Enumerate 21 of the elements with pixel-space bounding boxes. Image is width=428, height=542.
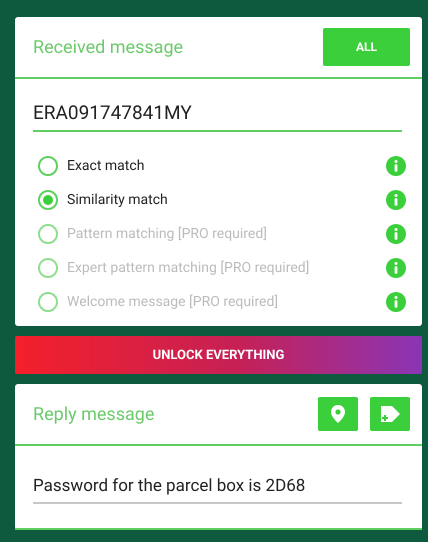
add-tag-button[interactable] [370, 397, 410, 431]
info-icon[interactable] [386, 190, 406, 210]
tag-plus-icon [379, 404, 401, 424]
info-icon[interactable] [386, 292, 406, 312]
radio-button[interactable] [38, 190, 58, 210]
option-label: Expert pattern matching [PRO required] [67, 260, 310, 276]
option-label: Pattern matching [PRO required] [67, 226, 268, 242]
input-field[interactable]: ERA091747841MY [33, 97, 402, 132]
option-label: Welcome message [PRO required] [67, 294, 280, 310]
info-icon[interactable] [386, 224, 406, 244]
option-label: Similarity match [67, 192, 169, 208]
card-title: Reply message [33, 404, 154, 424]
input-field[interactable]: Password for the parcel box is 2D68 [33, 472, 402, 504]
radio-button[interactable] [38, 156, 58, 176]
info-icon[interactable] [386, 156, 406, 176]
info-icon[interactable] [386, 258, 406, 278]
location-button[interactable] [318, 397, 358, 431]
unlock-button[interactable]: UNLOCK EVERYTHING [15, 336, 422, 374]
location-pin-icon [331, 405, 345, 423]
card-title: Received message [33, 36, 184, 58]
option-label: Exact match [67, 158, 146, 174]
